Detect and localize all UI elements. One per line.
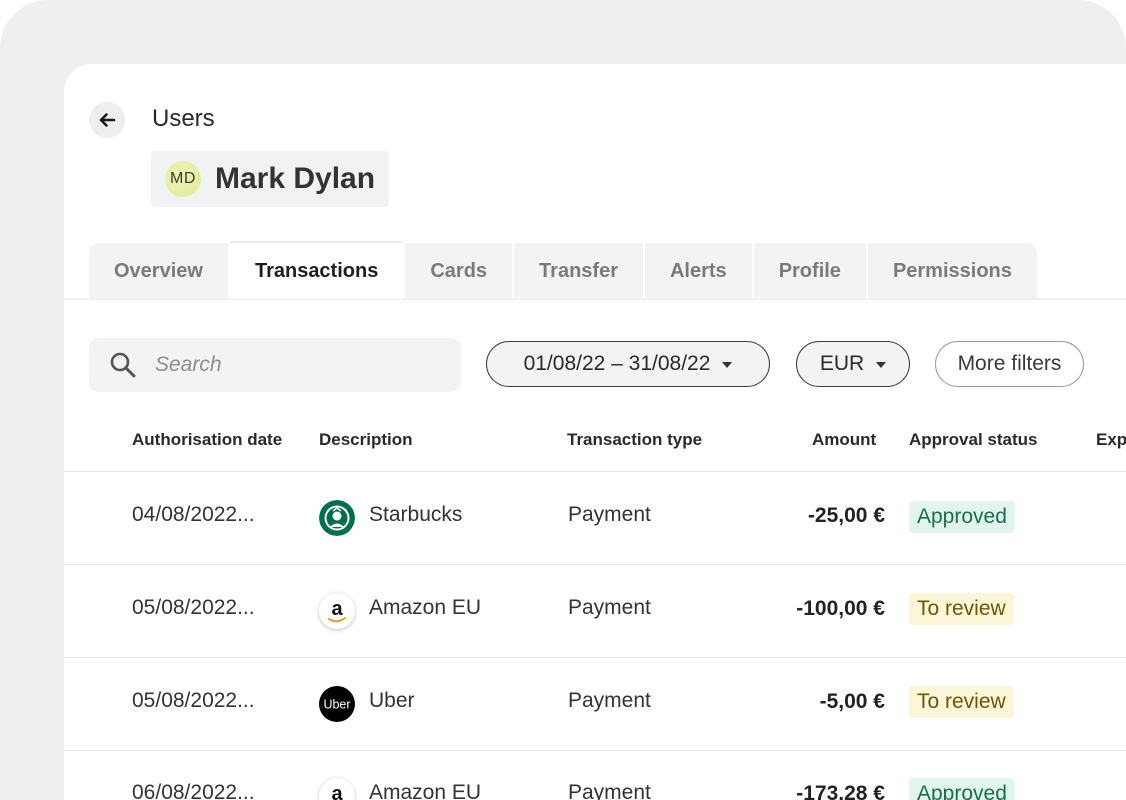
row-amount: -173,28 €	[796, 782, 885, 800]
row-date: 04/08/2022...	[132, 503, 255, 526]
search-icon	[110, 352, 136, 378]
column-header-exp[interactable]: Exp	[1096, 430, 1126, 450]
status-badge: Approved	[909, 501, 1015, 533]
row-divider	[64, 564, 1126, 565]
tab-alerts[interactable]: Alerts	[644, 243, 752, 299]
tab-transactions[interactable]: Transactions	[229, 241, 404, 299]
breadcrumb-users[interactable]: Users	[152, 105, 215, 133]
starbucks-logo-icon	[319, 500, 355, 536]
more-filters-button[interactable]: More filters	[935, 341, 1084, 387]
row-description: Starbucks	[369, 503, 463, 526]
status-badge: Approved	[909, 778, 1015, 800]
row-divider	[64, 657, 1126, 658]
row-type: Payment	[568, 503, 651, 526]
uber-logo-text: Uber	[323, 698, 350, 712]
amazon-logo-icon: a	[319, 593, 355, 629]
row-amount: -25,00 €	[807, 504, 885, 527]
row-date: 05/08/2022...	[132, 596, 255, 619]
caret-down-icon	[722, 362, 733, 368]
row-description: Uber	[369, 689, 415, 712]
row-amount: -5,00 €	[819, 690, 885, 713]
row-divider	[64, 750, 1126, 751]
date-range-filter[interactable]: 01/08/22 – 31/08/22	[486, 341, 770, 387]
row-description: Amazon EU	[369, 781, 482, 800]
page-title: Mark Dylan	[215, 162, 376, 195]
caret-down-icon	[876, 362, 887, 368]
amazon-logo-icon: a	[319, 778, 355, 800]
tab-bar: Overview Transactions Cards Transfer Ale…	[89, 241, 1037, 299]
tab-cards[interactable]: Cards	[405, 243, 513, 299]
back-button[interactable]	[89, 102, 125, 138]
row-amount: -100,00 €	[796, 597, 885, 620]
column-header-date[interactable]: Authorisation date	[132, 430, 282, 450]
amazon-logo-letter: a	[331, 783, 343, 800]
search-input[interactable]	[153, 352, 417, 378]
row-description: Amazon EU	[369, 596, 482, 619]
header-divider	[64, 471, 1126, 472]
column-header-amount[interactable]: Amount	[812, 430, 876, 450]
row-type: Payment	[568, 689, 651, 712]
row-date: 05/08/2022...	[132, 689, 255, 712]
tab-profile[interactable]: Profile	[753, 243, 866, 299]
tab-overview[interactable]: Overview	[89, 243, 228, 299]
amazon-logo-letter: a	[331, 598, 343, 620]
column-header-description[interactable]: Description	[319, 430, 413, 450]
row-type: Payment	[568, 596, 651, 619]
background-frame: Users MD Mark Dylan Overview Transaction…	[0, 0, 1126, 800]
user-detail-panel: Users MD Mark Dylan Overview Transaction…	[64, 64, 1126, 800]
status-badge: To review	[909, 686, 1014, 718]
avatar: MD	[165, 161, 201, 197]
currency-filter[interactable]: EUR	[796, 341, 910, 387]
date-range-value: 01/08/22 – 31/08/22	[523, 352, 711, 375]
status-badge: To review	[909, 593, 1014, 625]
column-header-type[interactable]: Transaction type	[567, 430, 702, 450]
tab-permissions[interactable]: Permissions	[867, 243, 1037, 299]
row-date: 06/08/2022...	[132, 781, 255, 800]
user-header: MD Mark Dylan	[151, 151, 390, 207]
column-header-status[interactable]: Approval status	[909, 430, 1037, 450]
row-type: Payment	[568, 781, 651, 800]
tab-transfer[interactable]: Transfer	[514, 243, 643, 299]
uber-logo-icon: Uber	[319, 686, 355, 722]
arrow-left-icon	[99, 113, 116, 127]
search-box	[89, 338, 461, 392]
currency-value: EUR	[819, 352, 865, 375]
